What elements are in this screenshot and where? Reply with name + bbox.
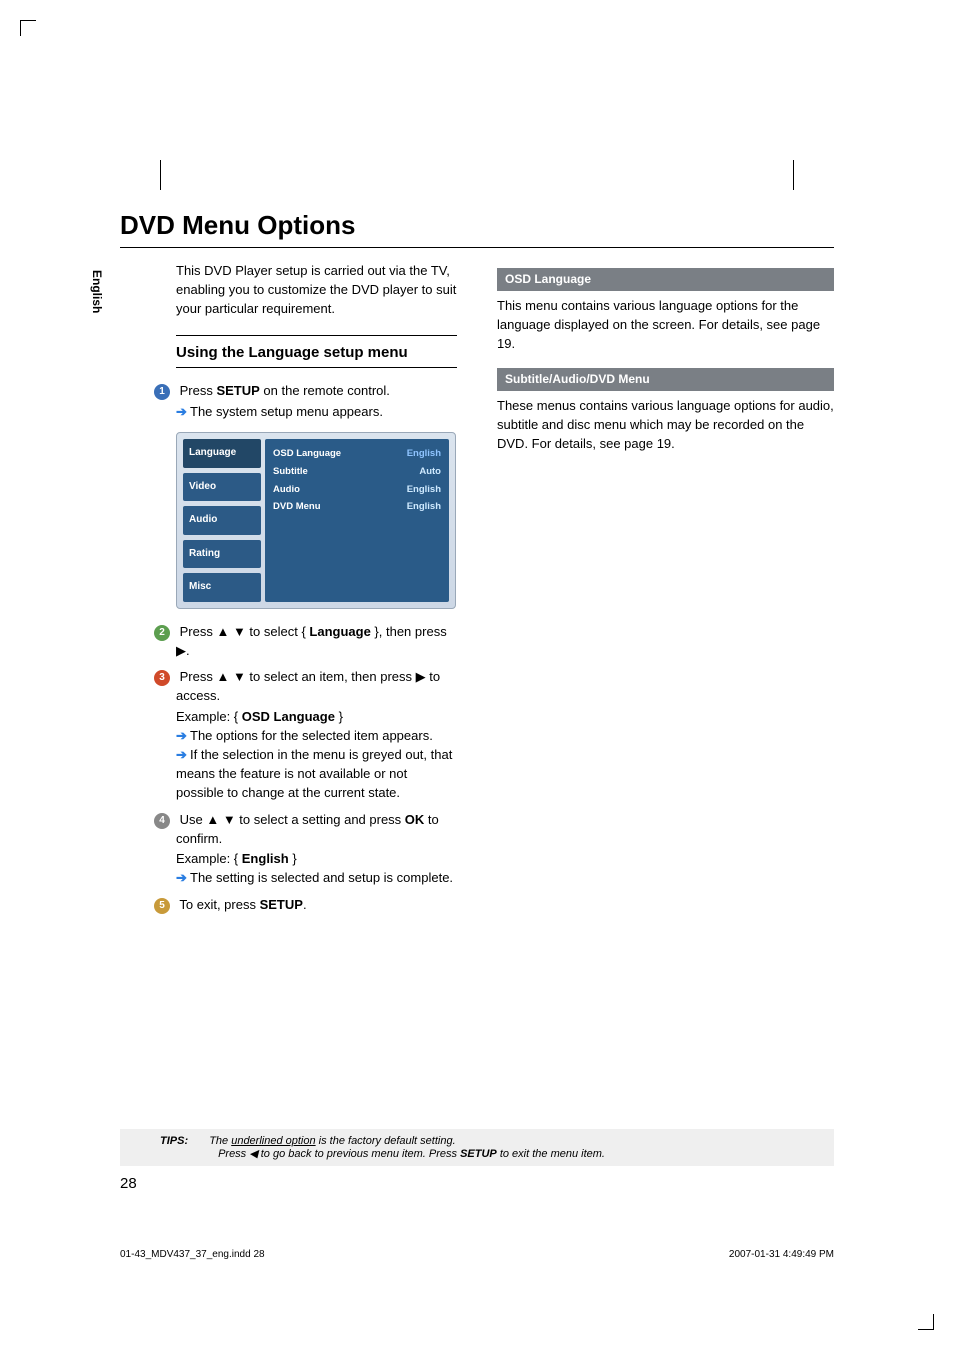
section-rule-bottom xyxy=(176,367,457,368)
arrow-icon: ➔ xyxy=(176,727,190,746)
intro-paragraph: This DVD Player setup is carried out via… xyxy=(120,262,457,319)
osd-row-audio: Audio English xyxy=(273,481,441,499)
step-5-text-a: To exit, press xyxy=(179,897,259,912)
step-5-text-c: . xyxy=(303,897,307,912)
osd-value: Auto xyxy=(419,465,441,479)
tips-line2-b: SETUP xyxy=(460,1148,497,1160)
section-heading: Using the Language setup menu xyxy=(176,342,457,364)
arrow-icon: ➔ xyxy=(176,869,190,888)
subtitle-audio-dvd-header: Subtitle/Audio/DVD Menu xyxy=(497,368,834,391)
step-4-text-a: Use ▲ ▼ to select a setting and press xyxy=(180,812,405,827)
step-3: 3 Press ▲ ▼ to select an item, then pres… xyxy=(120,668,457,802)
arrow-icon: ➔ xyxy=(176,746,190,765)
footer-right: 2007-01-31 4:49:49 PM xyxy=(729,1249,834,1260)
osd-language-paragraph: This menu contains various language opti… xyxy=(497,297,834,354)
page-title: DVD Menu Options xyxy=(120,200,834,241)
registration-mark-left xyxy=(160,160,161,190)
step-5-icon: 5 xyxy=(154,898,170,914)
step-2: 2 Press ▲ ▼ to select { Language }, then… xyxy=(120,623,457,661)
step-1-icon: 1 xyxy=(154,384,170,400)
osd-key: Subtitle xyxy=(273,465,308,479)
two-column-layout: This DVD Player setup is carried out via… xyxy=(120,262,834,915)
step-1-text-a: Press xyxy=(180,383,217,398)
step-4-example-c: } xyxy=(289,851,297,866)
step-1-text-c: on the remote control. xyxy=(260,383,390,398)
title-rule xyxy=(120,247,834,248)
step-4-example-a: Example: { xyxy=(176,851,242,866)
osd-row-osdlanguage: OSD Language English xyxy=(273,445,441,463)
osd-key: OSD Language xyxy=(273,447,341,461)
osd-row-subtitle: Subtitle Auto xyxy=(273,463,441,481)
osd-key: DVD Menu xyxy=(273,500,321,514)
tips-line1-a: The xyxy=(209,1135,231,1147)
subtitle-audio-dvd-paragraph: These menus contains various language op… xyxy=(497,397,834,454)
page-content: English DVD Menu Options This DVD Player… xyxy=(120,200,834,1200)
osd-tab-misc: Misc xyxy=(183,573,261,602)
osd-tab-list: Language Video Audio Rating Misc xyxy=(183,439,261,602)
crop-mark-bottom-right xyxy=(918,1314,934,1330)
step-5-setup: SETUP xyxy=(260,897,303,912)
step-3-example-c: } xyxy=(335,709,343,724)
step-4-ok: OK xyxy=(405,812,425,827)
tips-line2-a: Press ◀ to go back to previous menu item… xyxy=(218,1148,460,1160)
crop-mark-top-left xyxy=(20,20,36,36)
step-3-example-a: Example: { xyxy=(176,709,242,724)
osd-tab-audio: Audio xyxy=(183,506,261,535)
step-2-text-a: Press ▲ ▼ to select { xyxy=(180,624,310,639)
step-3-bullet-1: The options for the selected item appear… xyxy=(190,728,433,743)
tips-line1-b: underlined option xyxy=(231,1135,315,1147)
step-2-language: Language xyxy=(309,624,370,639)
step-1-bullet: The system setup menu appears. xyxy=(190,404,383,419)
osd-language-header: OSD Language xyxy=(497,268,834,291)
osd-row-dvdmenu: DVD Menu English xyxy=(273,498,441,516)
step-1: 1 Press SETUP on the remote control. ➔Th… xyxy=(120,382,457,422)
osd-screenshot: Language Video Audio Rating Misc OSD Lan… xyxy=(176,432,456,609)
step-3-text: Press ▲ ▼ to select an item, then press … xyxy=(176,669,440,703)
step-3-icon: 3 xyxy=(154,670,170,686)
osd-value: English xyxy=(407,500,441,514)
tips-line2-c: to exit the menu item. xyxy=(497,1148,605,1160)
tips-line1-c: is the factory default setting. xyxy=(316,1135,456,1147)
footer-left: 01-43_MDV437_37_eng.indd 28 xyxy=(120,1249,265,1260)
section-rule-top xyxy=(176,335,457,336)
right-column: OSD Language This menu contains various … xyxy=(497,262,834,915)
print-footer: 01-43_MDV437_37_eng.indd 28 2007-01-31 4… xyxy=(120,1249,834,1260)
osd-tab-language: Language xyxy=(183,439,261,468)
step-5: 5 To exit, press SETUP. xyxy=(120,896,457,915)
step-1-setup: SETUP xyxy=(216,383,259,398)
registration-mark-right xyxy=(793,160,794,190)
osd-content-panel: OSD Language English Subtitle Auto Audio En… xyxy=(265,439,449,602)
step-4-bullet: The setting is selected and setup is com… xyxy=(190,870,453,885)
step-4-example-b: English xyxy=(242,851,289,866)
osd-key: Audio xyxy=(273,483,300,497)
left-column: This DVD Player setup is carried out via… xyxy=(120,262,457,915)
tips-label: TIPS: xyxy=(160,1135,188,1147)
step-3-bullet-2: If the selection in the menu is greyed o… xyxy=(176,747,452,800)
page-number: 28 xyxy=(120,1175,137,1192)
step-2-icon: 2 xyxy=(154,625,170,641)
osd-tab-rating: Rating xyxy=(183,540,261,569)
step-4-icon: 4 xyxy=(154,813,170,829)
osd-value: English xyxy=(407,483,441,497)
tips-box: TIPS: The underlined option is the facto… xyxy=(120,1129,834,1166)
step-4: 4 Use ▲ ▼ to select a setting and press … xyxy=(120,811,457,889)
language-tab: English xyxy=(90,270,104,313)
osd-tab-video: Video xyxy=(183,473,261,502)
osd-value: English xyxy=(407,447,441,461)
step-3-example-b: OSD Language xyxy=(242,709,335,724)
arrow-icon: ➔ xyxy=(176,403,190,422)
